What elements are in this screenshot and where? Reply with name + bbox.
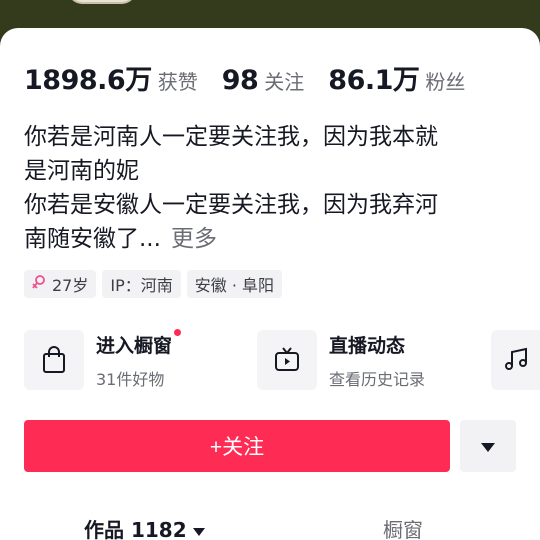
stat-following-value: 98 — [221, 65, 259, 96]
stat-followers-value: 86.1万 — [328, 65, 420, 96]
profile-tags: 27岁 IP：河南 安徽 · 阜阳 — [24, 270, 283, 298]
live-title: 直播动态 — [329, 334, 406, 357]
bio-line: 你若是河南人一定要关注我，因为我本就 — [24, 124, 438, 150]
live-subtitle: 查看历史记录 — [329, 369, 426, 389]
bio-more-link[interactable]: 更多 — [171, 226, 217, 252]
tag-location-label: 安徽 · 阜阳 — [194, 276, 275, 295]
stat-likes[interactable]: 1898.6万 获赞 — [24, 58, 198, 97]
showcase-shortcut[interactable]: 进入橱窗 31件好物 — [24, 328, 182, 392]
tag-age: 27岁 — [24, 270, 97, 298]
stat-likes-label: 获赞 — [157, 70, 198, 94]
stat-following[interactable]: 98 关注 — [222, 65, 305, 96]
stat-likes-value: 1898.6万 — [24, 65, 152, 96]
stat-followers-label: 粉丝 — [425, 70, 466, 94]
live-shortcut[interactable]: 直播动态 查看历史记录 — [257, 328, 425, 392]
profile-tabs: 作品 1182 橱窗 — [0, 508, 540, 540]
showcase-subtitle: 31件好物 — [96, 369, 165, 389]
tab-works[interactable]: 作品 1182 — [84, 514, 205, 540]
avatar[interactable] — [68, 0, 136, 4]
profile-bio: 你若是河南人一定要关注我，因为我本就 是河南的妮 你若是安徽人一定要关注我，因为… — [24, 120, 520, 256]
stat-following-label: 关注 — [264, 70, 305, 94]
female-icon — [32, 274, 46, 294]
tv-play-icon — [257, 330, 317, 390]
bio-line: 是河南的妮 — [24, 158, 139, 184]
bio-line: 南随安徽了... — [24, 226, 161, 252]
tab-works-label: 作品 1182 — [84, 518, 187, 540]
follow-button[interactable]: +关注 — [24, 420, 450, 472]
music-shortcut[interactable] — [491, 328, 540, 392]
profile-card: 1898.6万 获赞 98 关注 86.1万 粉丝 你若是河南人一定要关注我，因… — [0, 28, 540, 540]
dropdown-arrow-icon — [481, 437, 495, 456]
tab-showcase[interactable]: 橱窗 — [383, 514, 423, 540]
tag-location: 安徽 · 阜阳 — [186, 270, 283, 298]
notification-dot — [174, 328, 182, 336]
more-options-button[interactable] — [460, 420, 516, 472]
showcase-title: 进入橱窗 — [96, 328, 182, 358]
stat-followers[interactable]: 86.1万 粉丝 — [328, 58, 465, 97]
bio-line: 你若是安徽人一定要关注我，因为我弃河 — [24, 192, 438, 218]
caret-down-icon — [192, 527, 205, 536]
showcase-title-text: 进入橱窗 — [96, 334, 173, 357]
shopping-bag-icon — [24, 330, 84, 390]
tag-ip-label: IP：河南 — [110, 276, 173, 295]
tag-age-label: 27岁 — [52, 276, 89, 295]
profile-stats: 1898.6万 获赞 98 关注 86.1万 粉丝 — [24, 58, 489, 97]
music-note-icon — [491, 330, 540, 390]
tag-ip: IP：河南 — [102, 270, 181, 298]
profile-shortcuts: 进入橱窗 31件好物 直播动态 查看历史记录 — [24, 328, 540, 392]
bio-line-last: 南随安徽了... 更多 — [24, 222, 520, 256]
